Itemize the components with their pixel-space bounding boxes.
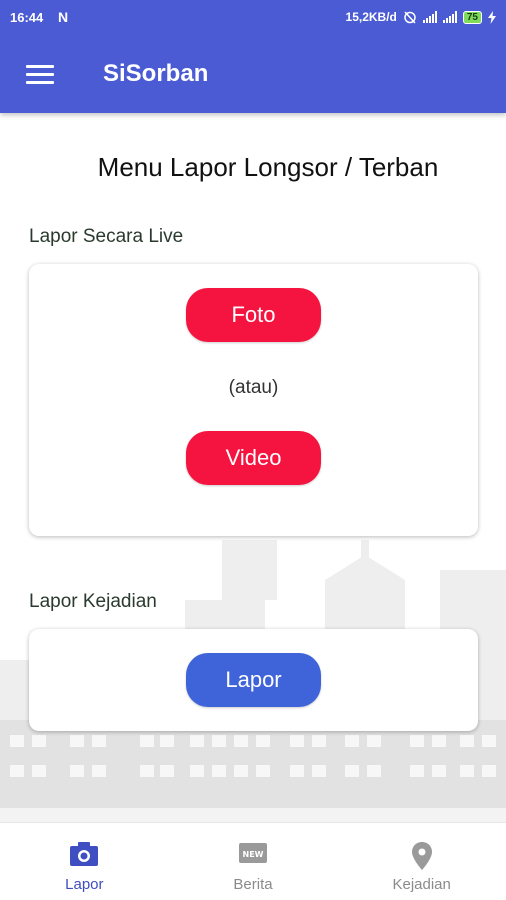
bottom-divider: [0, 808, 506, 822]
svg-text:NEW: NEW: [243, 850, 264, 859]
report-button[interactable]: Lapor: [186, 653, 321, 707]
nav-item-kejadian[interactable]: Kejadian: [337, 823, 506, 900]
news-icon: NEW: [239, 843, 267, 863]
nav-item-berita[interactable]: NEW Berita: [169, 823, 338, 900]
alarm-off-icon: [404, 11, 416, 24]
bottom-navigation: Lapor NEW Berita Kejadian: [0, 822, 506, 900]
network-speed: 15,2KB/d: [345, 10, 397, 24]
photo-button[interactable]: Foto: [186, 288, 321, 342]
toolbar: SiSorban: [0, 36, 506, 113]
live-report-card: Foto (atau) Video: [29, 264, 478, 536]
nav-label-lapor: Lapor: [65, 876, 104, 893]
signal-icon: [422, 11, 437, 23]
or-separator-text: (atau): [228, 377, 279, 398]
app-title: SiSorban: [103, 60, 209, 87]
hamburger-menu-icon[interactable]: [26, 65, 54, 85]
nav-label-berita: Berita: [233, 876, 273, 893]
signal-icon-2: [442, 11, 457, 23]
event-report-card: Lapor: [29, 629, 478, 731]
page-title: Menu Lapor Longsor / Terban: [97, 152, 439, 182]
app-bar: 16:44 N 15,2KB/d 75 SiSorban: [0, 0, 506, 113]
charging-icon: [488, 10, 496, 24]
notification-icon: N: [58, 9, 69, 25]
location-pin-icon: [411, 842, 432, 870]
status-right: 15,2KB/d 75: [346, 10, 496, 24]
nav-label-kejadian: Kejadian: [392, 876, 451, 893]
section-label-event: Lapor Kejadian: [29, 591, 157, 612]
camera-icon: [70, 842, 99, 866]
section-label-live: Lapor Secara Live: [29, 226, 184, 247]
battery-icon: 75: [462, 10, 482, 24]
nav-item-lapor[interactable]: Lapor: [0, 823, 169, 900]
video-button[interactable]: Video: [186, 431, 321, 485]
status-bar: 16:44 N 15,2KB/d 75: [0, 0, 506, 36]
status-time: 16:44: [10, 10, 44, 25]
